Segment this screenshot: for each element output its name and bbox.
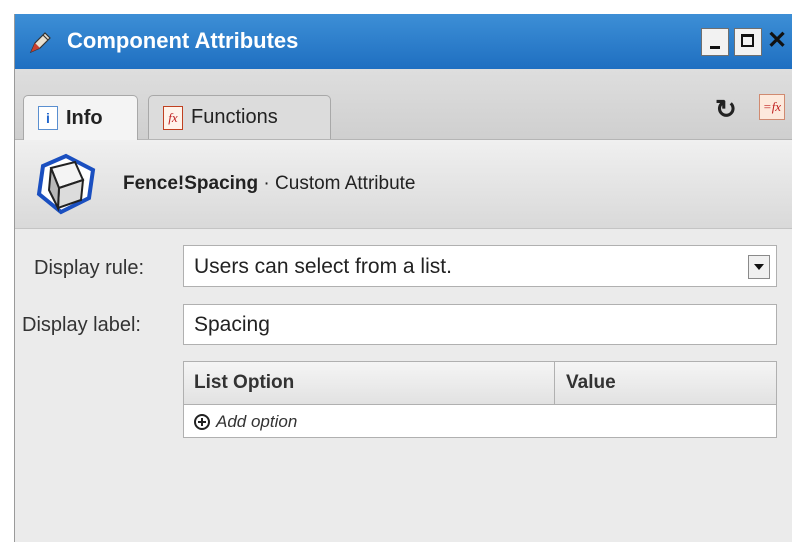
tab-info-label: Info: [66, 106, 103, 129]
display-rule-select[interactable]: Users can select from a list.: [183, 245, 777, 287]
add-circle-icon: [194, 414, 210, 430]
title-bar[interactable]: Component Attributes ✕: [15, 14, 792, 69]
attribute-name: Fence!Spacing: [123, 173, 259, 194]
component-cube-icon: [36, 153, 96, 215]
refresh-icon[interactable]: ↻: [715, 94, 737, 125]
window-title: Component Attributes: [67, 28, 299, 53]
attribute-type: · Custom Attribute: [258, 173, 416, 194]
attribute-header: Fence!Spacing · Custom Attribute: [15, 140, 792, 229]
function-icon: fx: [163, 105, 183, 130]
tab-strip: i Info fx Functions: [15, 69, 792, 140]
column-header-list-option[interactable]: List Option: [194, 372, 294, 394]
attribute-title: Fence!Spacing · Custom Attribute: [123, 173, 416, 195]
table-header: List Option Value: [184, 362, 776, 405]
maximize-button[interactable]: [734, 28, 762, 56]
display-rule-value: Users can select from a list.: [194, 255, 452, 278]
chevron-down-icon[interactable]: [748, 255, 770, 279]
column-header-value[interactable]: Value: [566, 372, 616, 394]
tab-functions[interactable]: fx Functions: [148, 95, 331, 139]
add-option-button[interactable]: Add option: [194, 412, 297, 432]
info-icon: i: [38, 106, 58, 130]
pencil-icon: [29, 32, 51, 54]
tab-info[interactable]: i Info: [23, 95, 138, 140]
list-options-table: List Option Value Add option: [183, 361, 777, 438]
close-icon[interactable]: ✕: [767, 26, 787, 55]
display-label-label: Display label:: [22, 314, 141, 336]
tab-functions-label: Functions: [191, 106, 278, 128]
display-rule-label: Display rule:: [34, 257, 145, 279]
column-divider: [554, 362, 555, 404]
formula-icon[interactable]: =fx: [759, 94, 785, 120]
minimize-button[interactable]: [701, 28, 729, 56]
add-option-label: Add option: [216, 412, 298, 431]
display-label-input[interactable]: [183, 304, 777, 345]
